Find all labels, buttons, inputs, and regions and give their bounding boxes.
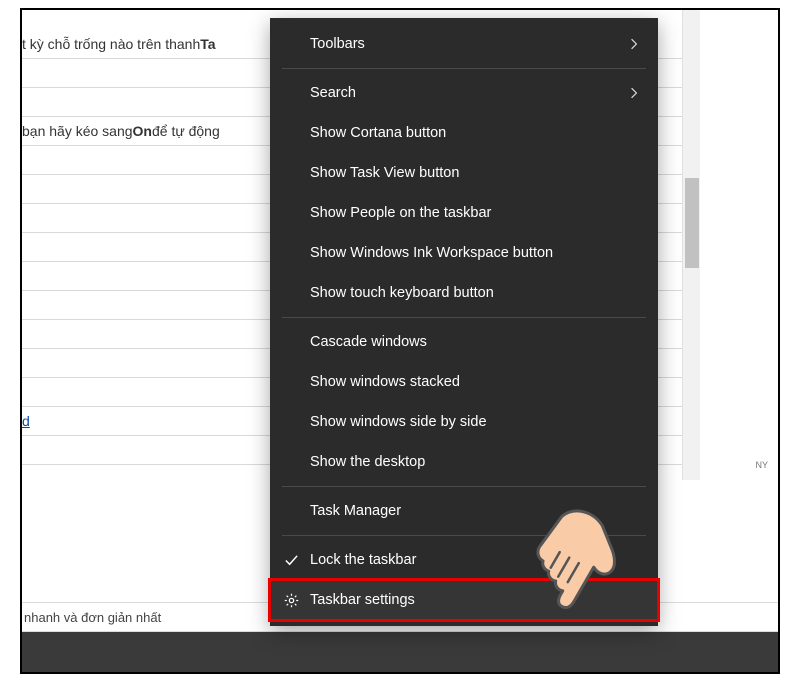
menu-label: Show Windows Ink Workspace button	[310, 245, 640, 261]
menu-item-search[interactable]: Search	[270, 73, 658, 113]
menu-divider	[282, 317, 646, 318]
menu-item-show-task-view[interactable]: Show Task View button	[270, 153, 658, 193]
menu-label: Show People on the taskbar	[310, 205, 640, 221]
menu-divider	[282, 68, 646, 69]
menu-item-show-desktop[interactable]: Show the desktop	[270, 442, 658, 482]
taskbar-context-menu: Toolbars Search Show Cortana button Show…	[270, 18, 658, 626]
menu-label: Show windows side by side	[310, 414, 640, 430]
menu-item-show-touch-keyboard[interactable]: Show touch keyboard button	[270, 273, 658, 313]
menu-item-windows-side-by-side[interactable]: Show windows side by side	[270, 402, 658, 442]
menu-label: Taskbar settings	[310, 592, 640, 608]
taskbar-strip	[22, 632, 778, 672]
text-fragment: để tự động	[152, 123, 220, 139]
chevron-right-icon	[630, 86, 640, 100]
menu-label: Show Task View button	[310, 165, 640, 181]
menu-label: Show Cortana button	[310, 125, 640, 141]
side-badge: NY	[755, 460, 768, 470]
side-panel: NY	[700, 10, 778, 672]
menu-item-show-cortana[interactable]: Show Cortana button	[270, 113, 658, 153]
menu-item-show-people[interactable]: Show People on the taskbar	[270, 193, 658, 233]
text-fragment: t kỳ chỗ trống nào trên thanh	[22, 36, 200, 52]
check-icon	[282, 551, 300, 569]
scrollbar-thumb[interactable]	[685, 178, 699, 268]
menu-label: Task Manager	[310, 503, 640, 519]
menu-label: Lock the taskbar	[310, 552, 640, 568]
menu-item-toolbars[interactable]: Toolbars	[270, 24, 658, 64]
menu-label: Cascade windows	[310, 334, 640, 350]
text-bold: On	[133, 123, 152, 139]
menu-divider	[282, 486, 646, 487]
chevron-right-icon	[630, 37, 640, 51]
menu-label: Show touch keyboard button	[310, 285, 640, 301]
text-fragment: bạn hãy kéo sang	[22, 123, 133, 139]
menu-label: Show the desktop	[310, 454, 640, 470]
menu-label: Show windows stacked	[310, 374, 640, 390]
menu-item-taskbar-settings[interactable]: Taskbar settings	[270, 580, 658, 620]
menu-label: Toolbars	[310, 36, 630, 52]
menu-item-task-manager[interactable]: Task Manager	[270, 491, 658, 531]
vertical-scrollbar[interactable]	[682, 10, 700, 480]
app-frame: t kỳ chỗ trống nào trên thanh Ta bạn hãy…	[20, 8, 780, 674]
menu-item-lock-taskbar[interactable]: Lock the taskbar	[270, 540, 658, 580]
menu-divider	[282, 535, 646, 536]
gear-icon	[282, 591, 300, 609]
menu-item-cascade-windows[interactable]: Cascade windows	[270, 322, 658, 362]
menu-label: Search	[310, 85, 630, 101]
text-bold: Ta	[200, 36, 215, 52]
footer-text: nhanh và đơn giản nhất	[24, 610, 161, 625]
menu-item-show-ink[interactable]: Show Windows Ink Workspace button	[270, 233, 658, 273]
menu-item-windows-stacked[interactable]: Show windows stacked	[270, 362, 658, 402]
